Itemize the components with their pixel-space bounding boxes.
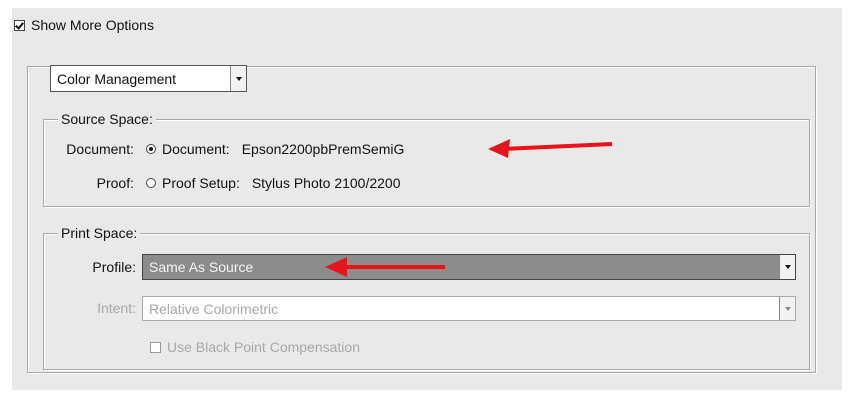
dropdown-arrow-icon[interactable] bbox=[230, 66, 246, 91]
red-arrow-icon bbox=[325, 257, 445, 277]
intent-label: Intent: bbox=[97, 300, 136, 316]
show-more-options-label: Show More Options bbox=[31, 17, 154, 33]
print-profile-value: Same As Source bbox=[149, 259, 254, 275]
intent-value: Relative Colorimetric bbox=[149, 300, 279, 317]
print-profile-select[interactable]: Same As Source bbox=[142, 254, 796, 280]
print-space-title: Print Space: bbox=[58, 225, 141, 241]
document-option-label[interactable]: Document: bbox=[162, 141, 230, 157]
document-row-label: Document: bbox=[66, 141, 134, 157]
checkbox-checked-icon[interactable] bbox=[14, 19, 25, 31]
source-space-group: Source Space: bbox=[43, 111, 810, 207]
black-point-compensation-label: Use Black Point Compensation bbox=[167, 339, 360, 355]
black-point-compensation-toggle[interactable]: Use Black Point Compensation bbox=[150, 339, 360, 355]
dropdown-arrow-icon[interactable] bbox=[779, 255, 795, 279]
checkbox-unchecked-icon[interactable] bbox=[150, 341, 161, 353]
color-management-value: Color Management bbox=[57, 70, 177, 87]
proof-row: Proof: Proof Setup: Stylus Photo 2100/22… bbox=[54, 175, 401, 191]
proof-radio-icon[interactable] bbox=[146, 178, 156, 188]
color-management-select[interactable]: Color Management bbox=[50, 65, 247, 92]
red-arrow-icon bbox=[488, 139, 613, 158]
proof-option-label[interactable]: Proof Setup: bbox=[162, 175, 240, 191]
proof-profile-name: Stylus Photo 2100/2200 bbox=[251, 175, 401, 191]
document-profile-name: Epson2200pbPremSemiG bbox=[241, 141, 405, 157]
dropdown-arrow-icon[interactable] bbox=[779, 297, 795, 320]
intent-select[interactable]: Relative Colorimetric bbox=[142, 296, 796, 321]
show-more-options-toggle[interactable]: Show More Options bbox=[14, 17, 154, 33]
source-space-title: Source Space: bbox=[58, 111, 156, 127]
document-radio-icon[interactable] bbox=[146, 144, 156, 154]
proof-row-label: Proof: bbox=[96, 175, 134, 191]
document-row: Document: Document: Epson2200pbPremSemiG bbox=[54, 141, 404, 157]
profile-label: Profile: bbox=[92, 259, 136, 275]
